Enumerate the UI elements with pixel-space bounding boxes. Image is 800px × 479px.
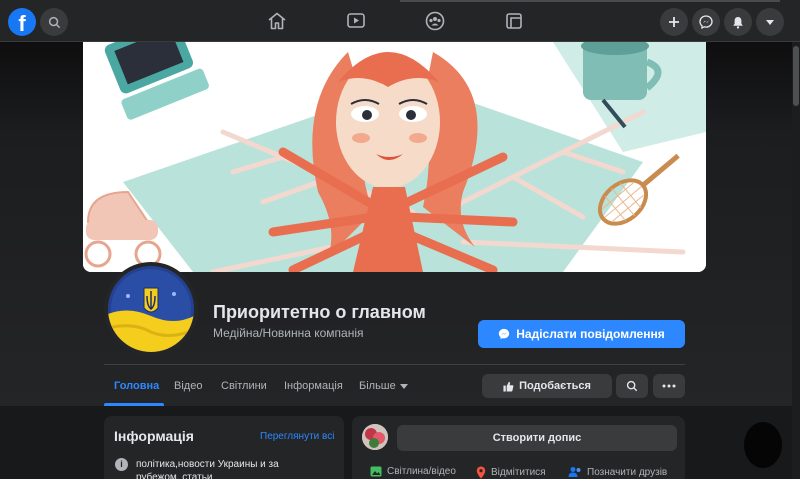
header-divider xyxy=(104,364,685,365)
cover-photo[interactable] xyxy=(83,42,706,272)
see-all-link[interactable]: Переглянути всі xyxy=(260,431,334,442)
create-button[interactable] xyxy=(660,8,688,36)
caret-down-icon xyxy=(399,383,408,389)
photo-video-action[interactable]: Світлина/відео xyxy=(370,466,456,477)
tab-home[interactable]: Головна xyxy=(114,380,159,392)
groups-icon xyxy=(425,11,445,31)
notifications-button[interactable] xyxy=(724,8,752,36)
page-search-button[interactable] xyxy=(616,374,648,398)
send-message-label: Надіслати повідомлення xyxy=(516,327,665,341)
top-navigation-bar: f xyxy=(0,0,800,42)
check-in-label: Відмітитися xyxy=(491,467,546,478)
home-icon xyxy=(268,12,286,30)
info-card-title: Інформація xyxy=(114,428,194,444)
home-nav[interactable] xyxy=(265,10,289,32)
ukraine-coat-of-arms-image xyxy=(108,266,194,352)
plus-icon xyxy=(669,17,679,27)
floating-chat-bubble[interactable] xyxy=(744,422,782,468)
page-avatar[interactable] xyxy=(104,262,198,356)
info-icon: i xyxy=(115,458,128,471)
watch-nav[interactable] xyxy=(344,10,368,32)
tag-friends-action[interactable]: Позначити друзів xyxy=(568,466,667,478)
search-button[interactable] xyxy=(40,8,68,36)
tag-friends-icon xyxy=(568,467,581,477)
tab-more-label: Більше xyxy=(359,380,396,392)
groups-nav[interactable] xyxy=(423,10,447,32)
ellipsis-icon xyxy=(662,384,676,388)
scrollbar-track[interactable] xyxy=(792,42,800,479)
check-in-action[interactable]: Відмітитися xyxy=(476,466,546,479)
tab-photos[interactable]: Світлини xyxy=(221,380,267,392)
gaming-nav[interactable] xyxy=(502,10,526,32)
composer-avatar[interactable] xyxy=(362,424,388,450)
send-message-button[interactable]: Надіслати повідомлення xyxy=(478,320,685,348)
search-icon xyxy=(48,16,60,28)
page-title: Приоритетно о главном xyxy=(213,302,426,322)
like-icon xyxy=(503,381,514,392)
photo-icon xyxy=(370,466,382,477)
photo-video-label: Світлина/відео xyxy=(387,466,456,477)
progress-line xyxy=(400,0,780,2)
watch-icon xyxy=(347,13,365,28)
facebook-logo[interactable]: f xyxy=(8,8,36,36)
messenger-icon xyxy=(699,15,713,29)
tag-friends-label: Позначити друзів xyxy=(587,466,668,478)
messenger-icon xyxy=(499,328,510,340)
messenger-button[interactable] xyxy=(692,8,720,36)
tab-more[interactable]: Більше xyxy=(359,380,408,392)
search-icon xyxy=(626,380,638,392)
like-page-button[interactable]: Подобається xyxy=(482,374,612,398)
page-description: політика,новости Украины и за рубежом, с… xyxy=(136,459,279,479)
location-icon xyxy=(476,466,486,479)
active-tab-indicator xyxy=(104,403,164,406)
tab-about[interactable]: Інформація xyxy=(284,380,343,392)
page-category: Медійна/Новинна компанія xyxy=(213,326,364,340)
more-options-button[interactable] xyxy=(653,374,685,398)
bell-icon xyxy=(733,16,743,29)
like-label: Подобається xyxy=(519,380,591,392)
account-menu-button[interactable] xyxy=(756,8,784,36)
scrollbar-thumb[interactable] xyxy=(793,46,799,106)
create-post-button[interactable]: Створити допис xyxy=(397,425,677,451)
gaming-icon xyxy=(506,13,522,29)
caret-down-icon xyxy=(766,19,774,25)
tab-video[interactable]: Відео xyxy=(174,380,202,392)
